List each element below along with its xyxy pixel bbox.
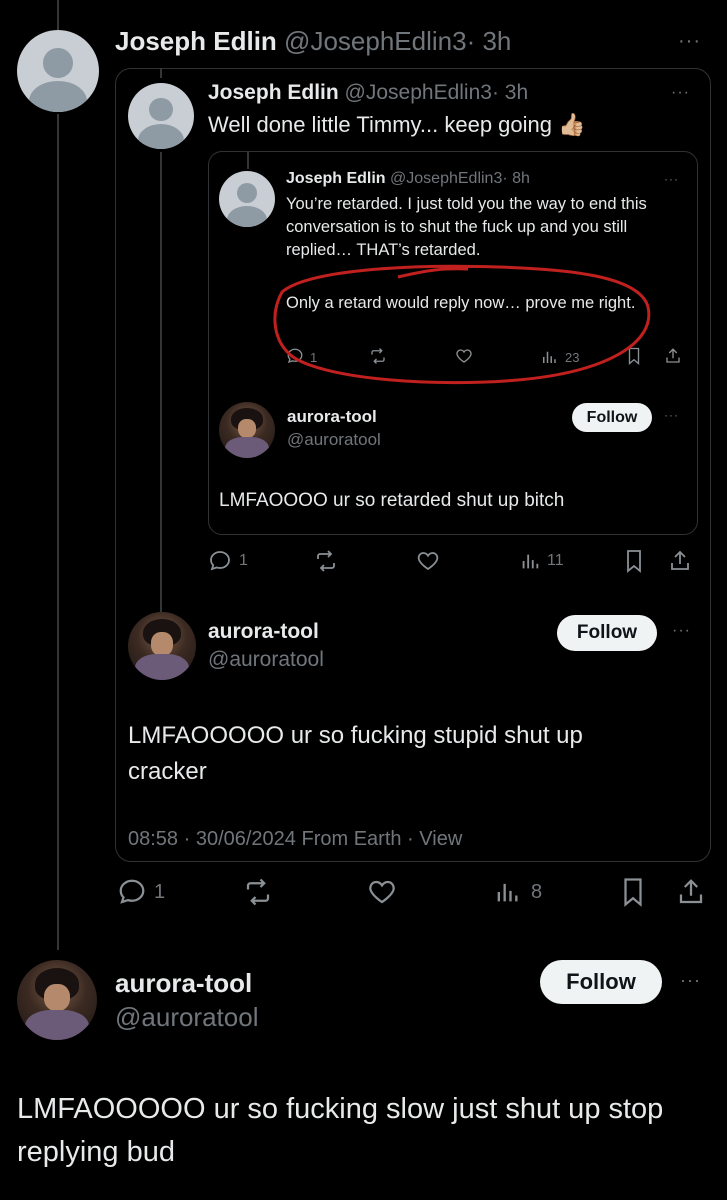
reply-count: 1: [239, 552, 248, 569]
avatar[interactable]: [128, 83, 194, 149]
like-icon[interactable]: [416, 549, 440, 578]
tweet-text: LMFAOOOOO ur so fucking stupid shut up c…: [128, 722, 583, 785]
share-icon[interactable]: [676, 876, 706, 913]
timestamp[interactable]: · 3h: [467, 26, 512, 56]
author-handle[interactable]: @JosephEdlin3: [345, 81, 492, 104]
timestamp[interactable]: · 3h: [492, 81, 528, 104]
author-name[interactable]: aurora-tool: [287, 407, 377, 427]
share-icon[interactable]: [668, 548, 692, 579]
tweet-text: LMFAOOOO ur so retarded shut up bitch: [219, 490, 565, 511]
views-icon[interactable]: [519, 550, 541, 577]
thumbs-up-emoji: 👍🏼: [558, 112, 586, 137]
red-annotation-circle: [273, 264, 651, 385]
tweet-text: You’re retarded. I just told you the way…: [286, 195, 647, 259]
avatar[interactable]: [128, 612, 196, 680]
reply-count: 1: [154, 881, 166, 903]
tweet-meta[interactable]: 08:58 · 30/06/2024 From Earth · View: [128, 828, 462, 851]
tweet-header: Joseph Edlin @JosephEdlin3· 3h: [115, 26, 511, 57]
thread-line-quote1: [160, 68, 162, 78]
share-icon[interactable]: [664, 346, 682, 371]
avatar[interactable]: [17, 30, 99, 112]
author-name[interactable]: Joseph Edlin: [115, 26, 277, 56]
author-name[interactable]: Joseph Edlin: [286, 170, 386, 187]
thread-line-quote1-b: [160, 152, 162, 612]
author-name[interactable]: aurora-tool: [115, 968, 252, 999]
author-handle[interactable]: @auroratool: [208, 648, 324, 672]
follow-button[interactable]: Follow: [557, 615, 657, 651]
more-options-icon[interactable]: ···: [664, 172, 679, 186]
avatar[interactable]: [17, 960, 97, 1040]
views-icon[interactable]: [493, 878, 521, 911]
more-options-icon[interactable]: ···: [678, 30, 701, 53]
follow-button[interactable]: Follow: [572, 403, 652, 432]
tweet-text-body: Well done little Timmy... keep going: [208, 112, 553, 137]
author-handle[interactable]: @JosephEdlin3: [284, 26, 467, 56]
thread-line-top: [57, 0, 59, 30]
avatar[interactable]: [219, 402, 275, 458]
thread-line-main: [57, 114, 59, 950]
thread-line-quote2: [247, 151, 249, 169]
avatar[interactable]: [219, 171, 275, 227]
follow-button[interactable]: Follow: [540, 960, 662, 1004]
retweet-icon[interactable]: [313, 549, 339, 578]
more-options-icon[interactable]: ···: [671, 84, 690, 102]
author-handle[interactable]: @auroratool: [115, 1002, 258, 1033]
author-handle[interactable]: @auroratool: [287, 430, 381, 450]
more-options-icon[interactable]: ···: [672, 622, 691, 640]
view-count: 11: [547, 552, 564, 569]
more-options-icon[interactable]: ···: [680, 970, 701, 991]
reply-icon[interactable]: [208, 549, 232, 578]
view-count: 8: [531, 881, 543, 903]
tweet-header: Joseph Edlin @JosephEdlin3· 8h: [286, 170, 530, 188]
reply-icon[interactable]: [117, 877, 147, 912]
tweet-text: Well done little Timmy... keep going 👍🏼: [208, 110, 586, 140]
bookmark-icon[interactable]: [624, 549, 644, 578]
retweet-icon[interactable]: [242, 877, 274, 912]
timestamp[interactable]: · 8h: [502, 170, 530, 187]
author-name[interactable]: Joseph Edlin: [208, 81, 339, 104]
like-icon[interactable]: [367, 877, 397, 912]
author-handle[interactable]: @JosephEdlin3: [390, 170, 502, 187]
author-name[interactable]: aurora-tool: [208, 620, 319, 644]
more-options-icon[interactable]: ···: [664, 408, 679, 422]
bookmark-icon[interactable]: [620, 877, 646, 912]
tweet-header: Joseph Edlin @JosephEdlin3· 3h: [208, 81, 528, 105]
tweet-text: LMFAOOOOO ur so fucking slow just shut u…: [17, 1093, 664, 1168]
